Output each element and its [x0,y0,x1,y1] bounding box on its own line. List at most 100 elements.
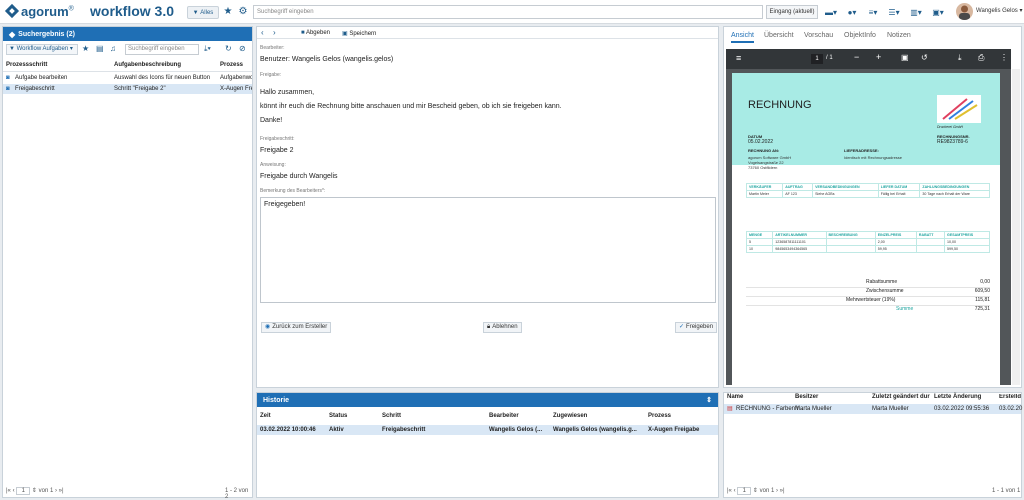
back-to-creator-button[interactable]: ◉ Zurück zum Ersteller [261,322,332,333]
column-zugewiesen[interactable]: Zugewiesen [553,413,587,419]
column-letzte-aenderung[interactable]: Letzte Änderung [934,394,981,400]
folder-icon[interactable]: ▬▾ [822,5,840,19]
toolbox-icon[interactable]: ▣▾ [929,5,947,19]
zoom-out-icon[interactable]: − [854,52,859,62]
global-search-input[interactable]: Suchbegriff eingeben [253,5,763,19]
column-erstellt[interactable]: Erstelld [999,394,1021,400]
cancel-icon[interactable]: ⊘ [239,44,246,53]
star-icon[interactable]: ★ [82,44,89,53]
workflow-filter-dropdown[interactable]: ▼ Workflow Aufgaben ▾ [6,44,78,55]
pdf-page-input[interactable]: 1 [811,54,823,64]
column-prozessschritt[interactable]: Prozessschritt [6,62,47,68]
step-value: Freigabe 2 [260,147,294,154]
column-besitzer[interactable]: Besitzer [795,394,818,400]
forward-arrow-icon[interactable]: › [273,28,276,37]
column-name[interactable]: Name [727,394,743,400]
column-schritt[interactable]: Schritt [382,413,401,419]
add-icon[interactable]: ●▾ [843,5,861,19]
save-icon[interactable]: ▤ [96,44,104,53]
pdf-file-icon: ▤ [727,406,733,412]
approve-button[interactable]: ✓ Freigeben [675,322,718,333]
back-arrow-icon[interactable]: ‹ [261,28,264,37]
left-toolbar: ▼ Workflow Aufgaben ▾ ★ ▤ ♫ Suchbegriff … [3,43,252,57]
table-row[interactable]: ◙ Aufgabe bearbeiten Auswahl des Icons f… [3,73,252,83]
tab-objektinfo[interactable]: ObjektInfo [844,32,876,39]
check-icon: ✓ [679,324,685,330]
last-page-icon[interactable]: »| [59,488,64,494]
column-status[interactable]: Status [329,413,347,419]
avatar[interactable] [956,3,973,20]
menu-icon[interactable]: ≡▾ [864,5,882,19]
zoom-in-icon[interactable]: + [876,52,881,62]
preview-panel: Ansicht Übersicht Vorschau ObjektInfo No… [723,26,1022,388]
history-panel: Historie ⇕ Zeit Status Schritt Bearbeite… [256,392,719,498]
fit-page-icon[interactable]: ▣ [901,53,909,62]
print-icon[interactable]: ⎙ [978,53,984,63]
comment-textarea[interactable]: Freigegeben! [260,197,716,303]
submit-icon: ■ [301,30,305,36]
table-row[interactable]: ◙ Freigabeschritt Schritt "Freigabe 2" X… [3,84,252,94]
inbox-button[interactable]: Eingang (aktuell) [766,5,818,19]
hamburger-icon[interactable]: ≡ [736,53,741,63]
page-spinner-icon[interactable]: ⇕ [753,488,758,494]
hint-label: Anweisung: [260,162,286,168]
tab-uebersicht[interactable]: Übersicht [764,32,794,39]
last-page-icon[interactable]: »| [780,488,785,494]
download-icon[interactable]: ⤓ [958,53,962,63]
bell-icon[interactable]: ♫ [110,44,116,53]
column-geaendert-durch[interactable]: Zuletzt geändert dur [872,394,930,400]
task-panel: ‹ › ■ Abgeben ▣ Speichern Bearbeiter: Be… [256,26,719,388]
first-page-icon[interactable]: |« [6,488,11,494]
pdf-viewer[interactable]: RECHNUNG Druckerei GmbH DATUM 05.02.2022… [726,69,1011,385]
favorites-star-icon[interactable]: ★ [221,5,235,18]
prev-page-icon[interactable]: ‹ [13,488,15,494]
invoice-sums: Rabattsumme 0,00 Zwischensumme 609,50 Mehr… [746,279,990,315]
settings-gear-icon[interactable]: ⚙ [236,5,250,18]
prev-page-icon[interactable]: ‹ [734,488,736,494]
invoice-items-table: MENGE ARTIKELNUMMER BESCHREIBUNG EINZELPREI… [745,231,990,253]
collapse-icon[interactable]: ⇕ [706,396,712,404]
brand-name: Druckerei GmbH [937,125,964,129]
left-search-input[interactable]: Suchbegriff eingeben [125,44,199,55]
column-bearbeiter[interactable]: Bearbeiter [489,413,519,419]
speichern-button[interactable]: ▣ Speichern [342,30,376,37]
abgeben-button[interactable]: ■ Abgeben [301,30,330,36]
page-input[interactable]: 1 [16,487,31,495]
page-spinner-icon[interactable]: ⇕ [32,488,37,494]
tab-notizen[interactable]: Notizen [887,32,911,39]
back-circle-icon: ◉ [265,324,271,330]
step-label: Freigabeschritt: [260,136,295,142]
tab-vorschau[interactable]: Vorschau [804,32,833,39]
first-page-icon[interactable]: |« [727,488,732,494]
next-page-icon[interactable]: › [776,488,778,494]
table-row[interactable]: ▤ RECHNUNG - Farbenfr... Marta Mueller M… [724,404,1022,414]
column-zeit[interactable]: Zeit [260,413,271,419]
invoice-title: RECHNUNG [748,99,812,111]
reject-button[interactable]: 🔒︎ Ablehnen [483,322,522,333]
bearbeiter-value: Benutzer: Wangelis Gelos (wangelis.gelos… [260,56,394,63]
column-prozess[interactable]: Prozess [648,413,671,419]
user-menu[interactable]: Wangelis Gelos ▾ [976,7,1022,14]
next-page-icon[interactable]: › [55,488,57,494]
filter-icon: ▼ [192,9,199,16]
rotate-icon[interactable]: ↺ [921,53,928,62]
refresh-icon[interactable]: ↻ [225,44,232,53]
tab-ansicht[interactable]: Ansicht [731,32,754,43]
list-icon[interactable]: ☰▾ [885,5,903,19]
column-prozess[interactable]: Prozess [220,62,243,68]
right-pager: |« ‹ 1 ⇕ von 1 › »| [727,487,785,495]
page-input[interactable]: 1 [737,487,752,495]
brand-logo-image [937,95,981,123]
archive-icon[interactable]: ▥▾ [907,5,925,19]
more-options-icon[interactable]: ⋮ [1000,53,1008,62]
filter-dropdown[interactable]: ▼ Alles [187,6,219,19]
table-row[interactable]: 03.02.2022 10:00:46 Aktiv Freigabeschrit… [257,425,718,435]
document-list-panel: Name Besitzer Zuletzt geändert dur Letzt… [723,392,1022,498]
column-aufgabenbeschreibung[interactable]: Aufgabenbeschreibung [114,62,181,68]
invoice-page: RECHNUNG Druckerei GmbH DATUM 05.02.2022… [732,73,1000,385]
message-line: Hallo zusammen, [260,89,315,96]
task-icon: ◙ [6,75,10,81]
pdf-scrollbar[interactable] [1012,69,1020,385]
lock-icon: 🔒︎ [487,324,491,330]
download-icon[interactable]: ⤓▾ [204,44,211,54]
